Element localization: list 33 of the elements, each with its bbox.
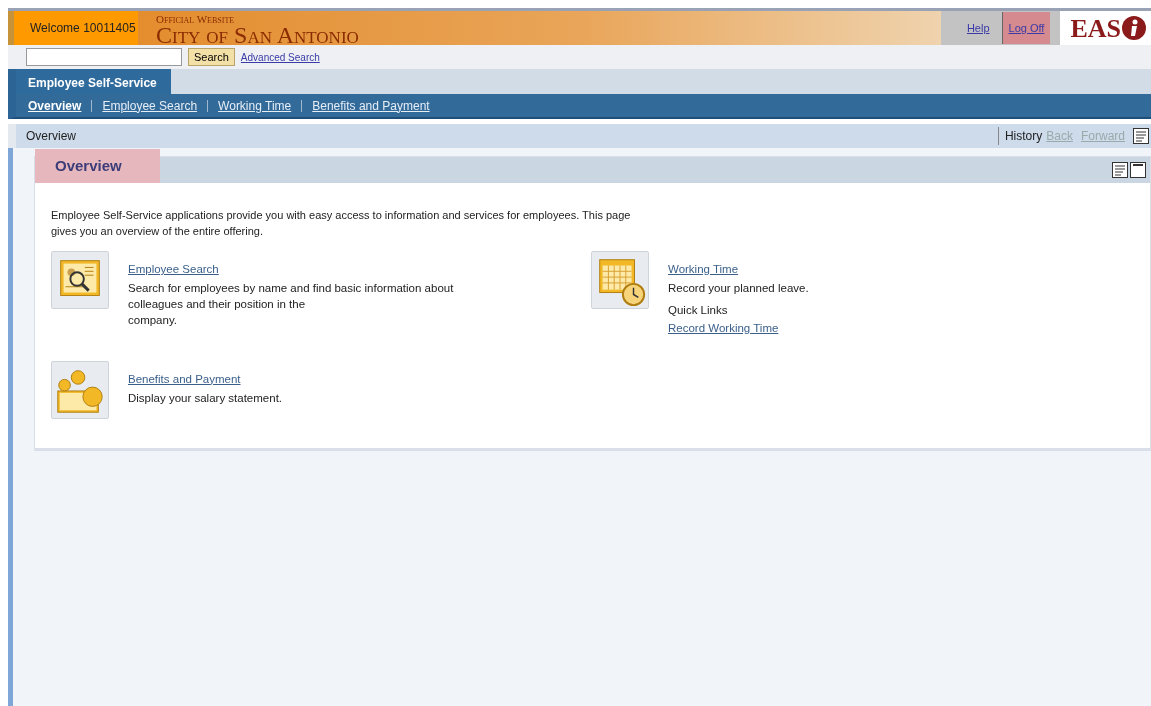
advanced-search-link[interactable]: Advanced Search	[240, 49, 320, 65]
banner-title: City of San Antonio	[156, 23, 360, 47]
sub-nav-item[interactable]: Benefits and Payment	[301, 99, 440, 112]
service-description: Search for employees by name and find basic information about colleagues and their position in the company.	[128, 281, 454, 329]
header-link[interactable]: Log Off	[1001, 11, 1051, 45]
menu-icon	[1133, 128, 1149, 144]
logo-text: EAS	[1070, 12, 1121, 45]
quick-link[interactable]: Record Working Time	[668, 319, 809, 337]
sub-nav-item[interactable]: Working Time	[207, 99, 302, 112]
search-button[interactable]: Search	[188, 48, 235, 66]
header-link[interactable]: Help	[960, 11, 996, 45]
page-title: Overview	[25, 128, 77, 145]
search-card-icon[interactable]	[51, 251, 109, 309]
menu-icon	[1112, 162, 1128, 178]
minimize-icon	[1130, 162, 1146, 178]
info-icon	[1121, 15, 1147, 41]
history-menu[interactable]: History	[997, 127, 1043, 145]
coins-icon[interactable]	[51, 360, 109, 419]
service-description: Display your salary statement.	[128, 391, 283, 406]
service-link[interactable]: Benefits and Payment	[128, 370, 283, 388]
banner-subtitle: Official Website	[156, 12, 236, 25]
sub-nav-item[interactable]: Overview	[16, 99, 92, 112]
panel-title: Overview	[35, 149, 160, 183]
service-link[interactable]: Working Time	[668, 261, 809, 279]
top-tab[interactable]: Employee Self-Service	[16, 69, 171, 94]
welcome-text: Welcome 10011405	[8, 11, 138, 45]
service-link[interactable]: Employee Search	[128, 261, 454, 279]
sub-nav-item[interactable]: Employee Search	[91, 99, 208, 112]
calendar-clock-icon[interactable]	[591, 251, 649, 309]
intro-paragraph: Employee Self-Service applications provide you with easy access to information and services for employees. This page gives you an overview of the entire offering.	[50, 208, 632, 239]
quick-links-label: Quick Links	[668, 303, 729, 319]
service-description: Record your planned leave.	[668, 281, 809, 297]
search-field[interactable]	[26, 48, 182, 66]
